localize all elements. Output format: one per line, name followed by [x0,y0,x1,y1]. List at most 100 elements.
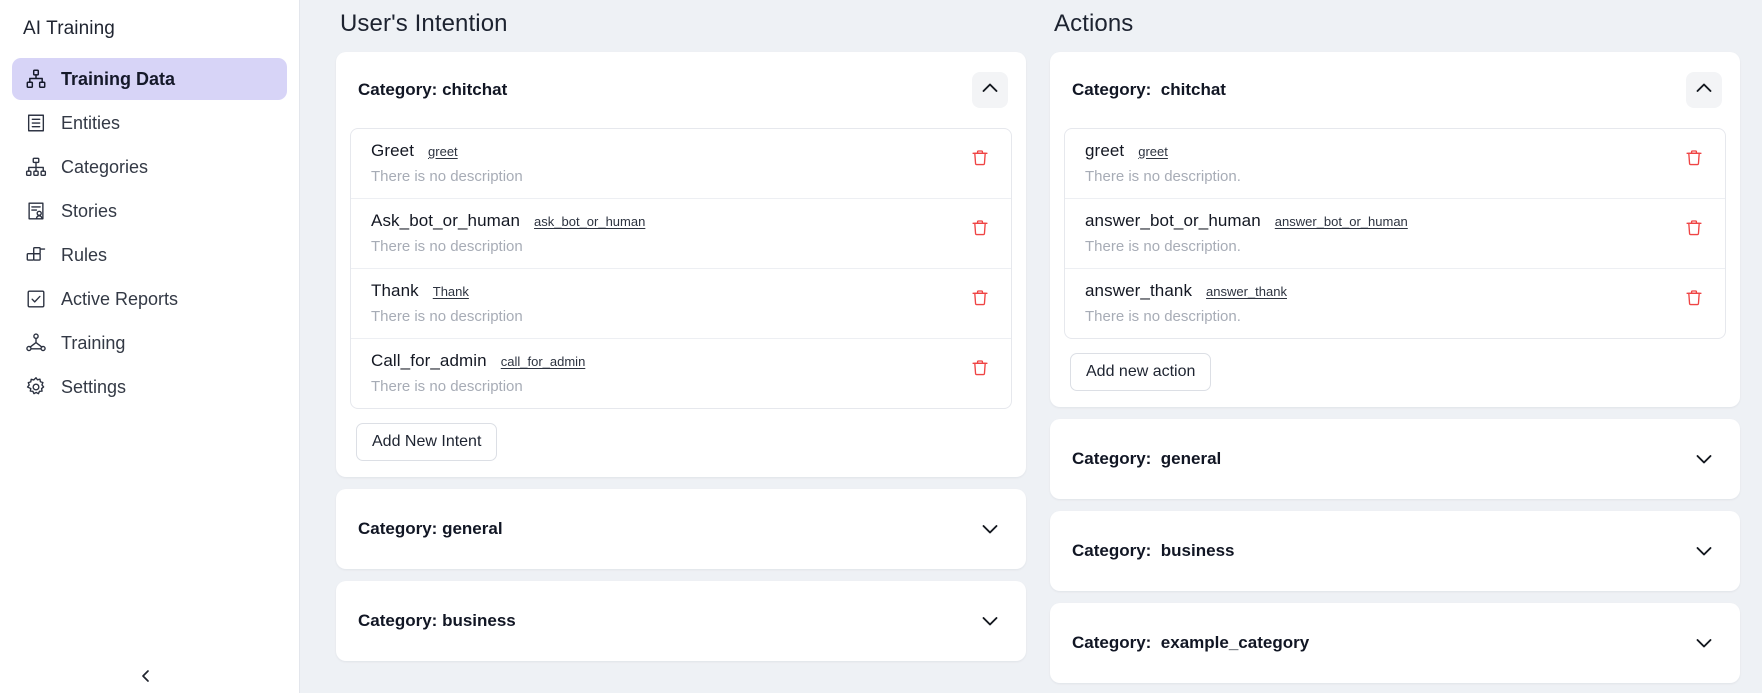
category-title: Category: general [358,519,503,538]
list-item-content: Call_for_admin call_for_admin There is n… [371,351,967,395]
list-item-content: answer_bot_or_human answer_bot_or_human … [1085,211,1681,255]
sidebar-collapse-button[interactable] [133,663,159,689]
list-item-description: There is no description [371,168,523,185]
delete-item-button[interactable] [1681,145,1707,171]
list-item-code[interactable]: greet [428,144,458,159]
sidebar-item-categories[interactable]: Categories [12,146,287,188]
list-item[interactable]: greet greet There is no description. [1065,129,1725,199]
category-card: Category: business [1050,511,1740,591]
list-item-description: There is no description [371,378,523,395]
delete-item-button[interactable] [967,355,993,381]
list-item-name: Call_for_admin [371,351,487,370]
org-chart-icon [24,67,48,91]
category-title: Category: chitchat [358,80,508,99]
add-new-intent-button[interactable]: Add New Intent [356,423,498,461]
delete-item-button[interactable] [1681,215,1707,241]
list-item-code[interactable]: answer_thank [1206,284,1287,299]
list-item-name: Thank [371,281,419,300]
category-toggle-button[interactable] [972,511,1008,547]
item-list: Greet greet There is no description Ask_… [350,128,1012,409]
trash-icon [972,150,988,166]
list-item[interactable]: Call_for_admin call_for_admin There is n… [351,339,1011,408]
chevron-left-icon [142,670,149,682]
category-toggle-button[interactable] [1686,72,1722,108]
actions-category-list: Category: chitchat greet greet There is … [1050,52,1740,683]
list-item-name: answer_thank [1085,281,1193,300]
list-item-code[interactable]: greet [1138,144,1168,159]
delete-item-button[interactable] [967,145,993,171]
grid-blocks-icon [24,243,48,267]
list-item-title-line: Thank Thank [371,281,967,301]
sidebar-item-label: Active Reports [61,288,179,309]
category-toggle-button[interactable] [1686,441,1722,477]
list-item-content: answer_thank answer_thank There is no de… [1085,281,1681,325]
category-card: Category: general [1050,419,1740,499]
list-item[interactable]: answer_thank answer_thank There is no de… [1065,269,1725,338]
sidebar-item-stories[interactable]: Stories [12,190,287,232]
checkbox-icon [24,287,48,311]
list-item-content: Thank Thank There is no description [371,281,967,325]
list-item-name: Greet [371,141,415,160]
intention-column: User's Intention Category: chitchat Gree… [336,0,1026,693]
sidebar-item-training[interactable]: Training [12,322,287,364]
list-item-content: greet greet There is no description. [1085,141,1681,185]
list-item-code[interactable]: call_for_admin [501,354,586,369]
delete-item-button[interactable] [1681,285,1707,311]
sidebar-item-active-reports[interactable]: Active Reports [12,278,287,320]
list-item-title-line: Call_for_admin call_for_admin [371,351,967,371]
trash-icon [1686,220,1702,236]
category-header[interactable]: Category: example_category [1050,603,1740,683]
category-title: Category: general [1072,449,1222,468]
story-doc-icon [24,199,48,223]
main-content: User's Intention Category: chitchat Gree… [300,0,1762,693]
category-toggle-button[interactable] [1686,533,1722,569]
sidebar-item-label: Stories [61,200,118,221]
category-card: Category: chitchat greet greet There is … [1050,52,1740,407]
list-item[interactable]: Ask_bot_or_human ask_bot_or_human There … [351,199,1011,269]
delete-item-button[interactable] [967,285,993,311]
add-new-action-button[interactable]: Add new action [1070,353,1212,391]
list-item-title-line: Greet greet [371,141,967,161]
sidebar-item-label: Settings [61,376,127,397]
trash-icon [1686,150,1702,166]
item-list: greet greet There is no description. ans… [1064,128,1726,339]
category-toggle-button[interactable] [972,603,1008,639]
category-card: Category: chitchat Greet greet There is … [336,52,1026,477]
list-item[interactable]: Greet greet There is no description [351,129,1011,199]
category-header[interactable]: Category: business [1050,511,1740,591]
category-card: Category: general [336,489,1026,569]
list-item[interactable]: answer_bot_or_human answer_bot_or_human … [1065,199,1725,269]
list-item-code[interactable]: ask_bot_or_human [534,214,645,229]
hierarchy-icon [24,155,48,179]
category-header[interactable]: Category: chitchat [1050,52,1740,128]
list-item-content: Greet greet There is no description [371,141,967,185]
category-header[interactable]: Category: general [336,489,1026,569]
delete-item-button[interactable] [967,215,993,241]
trash-icon [972,220,988,236]
chevron-down-icon [1696,547,1712,556]
category-toggle-button[interactable] [972,72,1008,108]
sidebar-nav: Training Data Entities Categories Stories Ru… [12,58,287,408]
category-title: Category: business [358,611,516,630]
list-item-content: Ask_bot_or_human ask_bot_or_human There … [371,211,967,255]
category-header[interactable]: Category: business [336,581,1026,661]
sidebar-item-rules[interactable]: Rules [12,234,287,276]
list-item-code[interactable]: answer_bot_or_human [1275,214,1408,229]
category-toggle-button[interactable] [1686,625,1722,661]
list-item-title-line: greet greet [1085,141,1681,161]
category-title: Category: chitchat [1072,80,1226,99]
category-header[interactable]: Category: general [1050,419,1740,499]
list-item-code[interactable]: Thank [433,284,469,299]
sidebar-item-training-data[interactable]: Training Data [12,58,287,100]
category-header[interactable]: Category: chitchat [336,52,1026,128]
category-card: Category: example_category [1050,603,1740,683]
sidebar-item-entities[interactable]: Entities [12,102,287,144]
list-item-description: There is no description [371,308,523,325]
sidebar-item-label: Training Data [61,68,176,89]
list-item[interactable]: Thank Thank There is no description [351,269,1011,339]
list-item-description: There is no description [371,238,523,255]
trash-icon [972,290,988,306]
chevron-up-icon [1696,83,1712,92]
intention-category-list: Category: chitchat Greet greet There is … [336,52,1026,661]
sidebar-item-settings[interactable]: Settings [12,366,287,408]
